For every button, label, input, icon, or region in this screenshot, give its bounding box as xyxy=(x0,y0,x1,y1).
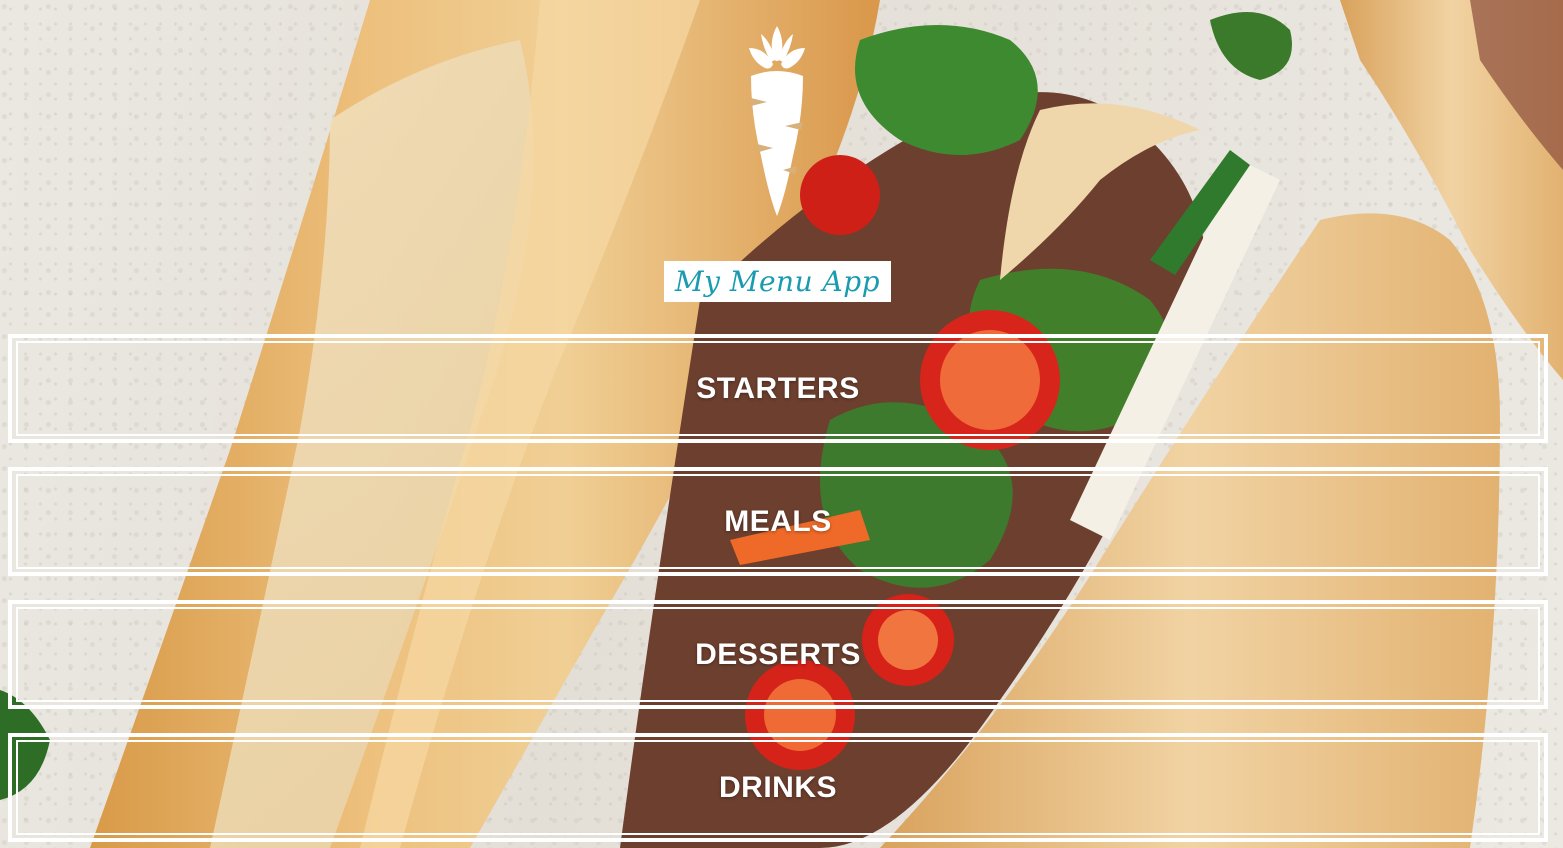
drinks-button[interactable]: DRINKS xyxy=(8,733,1548,842)
app-brand-banner: My Menu App xyxy=(664,261,891,302)
app-brand-name: My Menu App xyxy=(674,265,881,298)
desserts-label: DESSERTS xyxy=(695,637,861,671)
starters-label: STARTERS xyxy=(696,371,860,405)
drinks-label: DRINKS xyxy=(718,770,837,804)
desserts-button[interactable]: DESSERTS xyxy=(8,600,1548,709)
meals-button[interactable]: MEALS xyxy=(8,467,1548,576)
starters-button[interactable]: STARTERS xyxy=(8,334,1548,443)
carrot-icon xyxy=(741,26,813,222)
meals-label: MEALS xyxy=(724,504,832,538)
